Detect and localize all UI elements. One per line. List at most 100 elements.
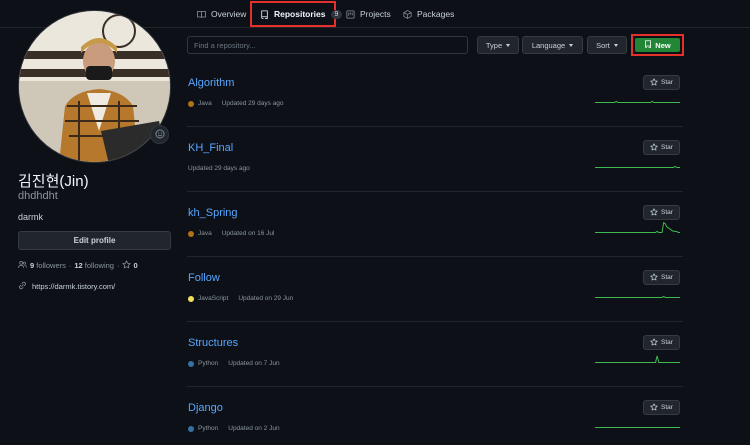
star-button[interactable]: Star (643, 400, 680, 415)
star-button-label: Star (661, 274, 673, 281)
following-link[interactable]: 12 following (74, 261, 114, 270)
set-status-button[interactable] (150, 125, 169, 144)
profile-bio: darmk (18, 212, 44, 222)
star-button[interactable]: Star (643, 270, 680, 285)
repo-icon (644, 40, 652, 50)
sparkline-line (595, 100, 680, 103)
repo-row: KH_Final Updated 29 days ago Star (187, 127, 683, 192)
followers-link[interactable]: 9 followers (30, 261, 66, 270)
repo-row: Django Python Updated on 2 Jun Star (187, 387, 683, 445)
new-button-highlight: New (631, 34, 684, 56)
profile-login: dhdhdht (18, 190, 58, 202)
following-label: following (84, 261, 114, 270)
repo-name-link[interactable]: Follow (188, 272, 220, 284)
project-icon (346, 9, 355, 19)
edit-profile-button[interactable]: Edit profile (18, 231, 171, 250)
package-icon (403, 9, 412, 19)
people-icon (18, 260, 27, 271)
language-color-dot (188, 100, 194, 107)
sparkline-line (595, 355, 680, 363)
repo-icon (260, 9, 269, 19)
language-color-dot (188, 425, 194, 432)
repo-meta: Python Updated on 7 Jun (188, 360, 280, 367)
followers-label: followers (36, 261, 66, 270)
repo-language: Python (198, 360, 219, 367)
sort-dropdown[interactable]: Sort (587, 36, 627, 54)
sparkline-line (595, 165, 680, 168)
tab-overview-label: Overview (211, 9, 247, 19)
repo-row: Follow JavaScript Updated on 29 Jun Star (187, 257, 683, 322)
avatar-photo (19, 11, 170, 162)
sparkline-line (595, 295, 680, 298)
star-icon (650, 142, 658, 153)
repo-meta: JavaScript Updated on 29 Jun (188, 295, 293, 302)
repo-name-link[interactable]: KH_Final (188, 142, 233, 154)
repo-updated: Updated 29 days ago (221, 100, 284, 107)
repo-name-link[interactable]: Algorithm (188, 77, 234, 89)
repo-language: Java (198, 230, 212, 237)
activity-sparkline (595, 165, 680, 168)
link-icon (18, 281, 27, 292)
caret-down-icon (569, 43, 574, 47)
stars-link[interactable]: 0 (122, 260, 138, 271)
activity-sparkline (595, 427, 680, 428)
language-dropdown[interactable]: Language (522, 36, 583, 54)
tab-projects[interactable]: Projects (346, 2, 391, 26)
activity-sparkline (595, 355, 680, 363)
repo-meta: Java Updated on 16 Jul (188, 230, 275, 237)
caret-down-icon (613, 43, 618, 47)
repo-name-link[interactable]: Django (188, 402, 223, 414)
star-icon (650, 272, 658, 283)
star-button[interactable]: Star (643, 335, 680, 350)
language-color-dot (188, 360, 194, 367)
language-color-dot (188, 295, 194, 302)
sort-dropdown-label: Sort (596, 40, 610, 50)
language-dropdown-label: Language (531, 40, 566, 50)
star-button[interactable]: Star (643, 140, 680, 155)
type-dropdown[interactable]: Type (477, 36, 519, 54)
star-icon (650, 337, 658, 348)
type-dropdown-label: Type (485, 40, 503, 50)
repo-updated: Updated on 7 Jun (228, 360, 280, 367)
repo-row: Structures Python Updated on 7 Jun Star (187, 322, 683, 387)
star-button-label: Star (661, 144, 673, 151)
tab-packages[interactable]: Packages (403, 2, 454, 26)
sparkline-line (595, 221, 680, 233)
profile-fullname: 김진현(Jin) (18, 173, 89, 190)
repo-language: JavaScript (198, 295, 229, 302)
blog-link[interactable]: https://darmk.tistory.com/ (32, 282, 115, 291)
tab-packages-label: Packages (417, 9, 455, 19)
star-button[interactable]: Star (643, 205, 680, 220)
repo-language: Java (198, 100, 212, 107)
star-outline-icon (122, 260, 132, 271)
tab-repositories[interactable]: Repositories 9 (250, 1, 343, 27)
star-button-label: Star (661, 339, 673, 346)
stars-separator: · (116, 261, 120, 270)
repo-name-link[interactable]: Structures (188, 337, 238, 349)
book-icon (197, 10, 206, 19)
tab-repositories-label: Repositories (274, 9, 326, 19)
repo-updated: Updated on 29 Jun (238, 295, 294, 302)
tab-projects-label: Projects (360, 9, 391, 19)
repo-meta: Updated 29 days ago (188, 165, 250, 172)
follow-stats: 9 followers · 12 following · 0 (18, 260, 138, 271)
tab-overview[interactable]: Overview (197, 2, 246, 26)
find-repository-input[interactable] (187, 36, 468, 54)
repo-row: Algorithm Java Updated 29 days ago Star (187, 62, 683, 127)
star-button-label: Star (661, 404, 673, 411)
stars-count: 0 (133, 261, 138, 270)
repositories-counter: 9 (330, 9, 343, 19)
activity-sparkline (595, 100, 680, 103)
repo-meta: Python Updated on 2 Jun (188, 425, 280, 432)
star-button[interactable]: Star (643, 75, 680, 90)
star-icon (650, 207, 658, 218)
repo-updated: Updated on 16 Jul (221, 230, 275, 237)
repo-name-link[interactable]: kh_Spring (188, 207, 238, 219)
caret-down-icon (506, 43, 511, 47)
smiley-icon (155, 129, 165, 141)
activity-sparkline (595, 295, 680, 298)
new-repository-button[interactable]: New (635, 38, 680, 52)
profile-blog: https://darmk.tistory.com/ (18, 281, 115, 292)
activity-sparkline (595, 221, 680, 233)
avatar[interactable] (18, 10, 171, 163)
